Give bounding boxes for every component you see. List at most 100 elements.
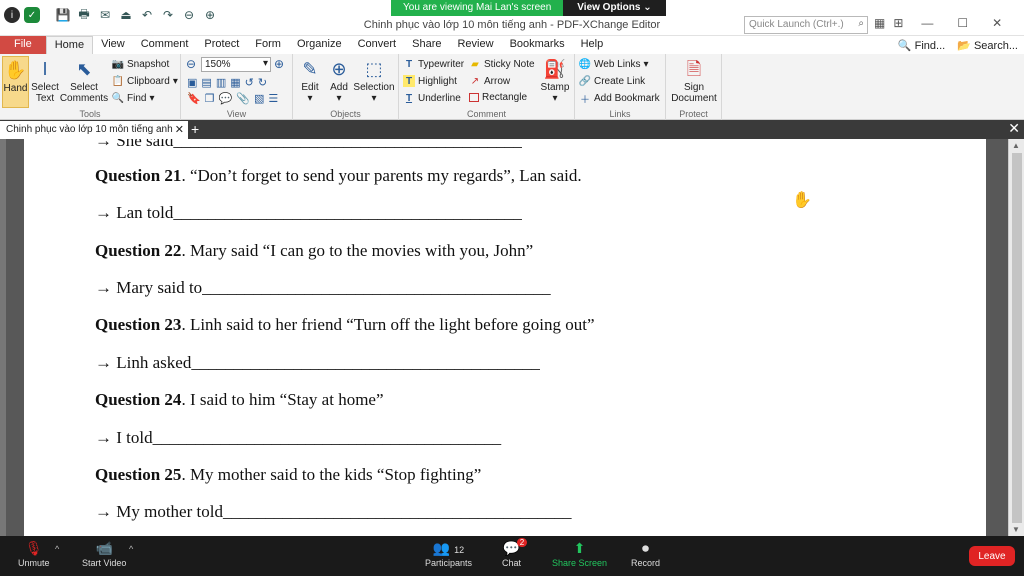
tab-review[interactable]: Review [449, 36, 501, 54]
share-screen-button[interactable]: ⬆ Share Screen [552, 540, 607, 568]
selection-icon: ⬚ [365, 58, 383, 79]
participants-button[interactable]: 👥 12 Participants [425, 540, 472, 568]
add-bookmark-button[interactable]: ＋ Add Bookmark [579, 92, 660, 106]
pages-icon[interactable]: ❐ [205, 92, 215, 105]
maximize-icon[interactable]: ☐ [957, 16, 968, 30]
view-options-button[interactable]: View Options ⌄ [563, 0, 666, 16]
tab-home[interactable]: Home [45, 36, 94, 54]
sticky-note-button[interactable]: ▰ Sticky Note [469, 58, 534, 70]
tab-form[interactable]: Form [247, 36, 289, 54]
undo-icon[interactable]: ↶ [138, 6, 156, 24]
typewriter-button[interactable]: T Typewriter [403, 58, 464, 70]
find-tool-button[interactable]: 🔍 Find ▾ [112, 92, 155, 104]
video-options-caret-icon[interactable]: ^ [129, 544, 133, 554]
links-group-label: Links [609, 109, 631, 119]
attachment-icon[interactable]: 📎 [236, 92, 250, 105]
scroll-up-icon[interactable]: ▲ [1012, 141, 1020, 150]
start-video-button[interactable]: 📹 Start Video [82, 540, 126, 568]
minimize-icon[interactable]: — [921, 16, 933, 30]
tab-bookmarks[interactable]: Bookmarks [502, 36, 573, 54]
edit-button[interactable]: ✎ Edit ▾ [297, 56, 323, 105]
title-bar: i ✓ 💾 🖶 ✉ ⏏ ↶ ↷ ⊖ ⊕ You are viewing Mai … [0, 0, 1024, 36]
zoom-in-icon[interactable]: ⊕ [274, 57, 284, 71]
close-document-icon[interactable]: ✕ [1008, 120, 1020, 137]
chat-icon: 💬 2 [503, 538, 528, 558]
tab-share[interactable]: Share [404, 36, 449, 54]
arrow-button[interactable]: ↗ Arrow [469, 75, 510, 87]
scroll-down-icon[interactable]: ▼ [1012, 525, 1020, 534]
layers-icon[interactable]: ▧ [254, 92, 264, 105]
bookmark-icon[interactable]: 🔖 [187, 92, 201, 105]
fit-width-icon[interactable]: ▥ [216, 76, 226, 89]
fit-page-icon[interactable]: ▤ [201, 76, 211, 89]
save-icon[interactable]: 💾 [54, 6, 72, 24]
chat-button[interactable]: 💬 2 Chat [502, 538, 528, 568]
quick-launch-input[interactable]: Quick Launch (Ctrl+.) ⌕ [744, 16, 868, 34]
scrollbar-thumb[interactable] [1012, 153, 1022, 523]
comments-icon[interactable]: 💬 [219, 92, 233, 105]
tab-convert[interactable]: Convert [350, 36, 405, 54]
rectangle-button[interactable]: Rectangle [469, 92, 527, 103]
web-links-button[interactable]: 🌐 Web Links ▾ [579, 58, 649, 70]
print-icon[interactable]: 🖶 [75, 6, 93, 24]
tab-organize[interactable]: Organize [289, 36, 350, 54]
close-tab-icon[interactable]: ✕ [175, 123, 184, 136]
scan-icon[interactable]: ⏏ [117, 6, 135, 24]
dropdown-icon: ▾ [149, 92, 155, 104]
tab-protect[interactable]: Protect [196, 36, 247, 54]
sign-document-icon: 🗎 [686, 58, 702, 79]
back-icon[interactable]: ⊖ [180, 6, 198, 24]
redo-icon[interactable]: ↷ [159, 6, 177, 24]
pdf-page: → She said______________________________… [24, 139, 986, 536]
zoom-select[interactable]: 150% ▾ [201, 57, 271, 72]
forward-icon[interactable]: ⊕ [201, 6, 219, 24]
unmute-button[interactable]: 🎙 Unmute [18, 540, 50, 568]
hand-button[interactable]: ✋ Hand [2, 56, 29, 108]
snapshot-button[interactable]: 📷 Snapshot [112, 58, 169, 70]
close-icon[interactable]: ✕ [992, 16, 1002, 30]
add-button[interactable]: ⊕ Add ▾ [326, 56, 352, 105]
zoom-out-icon[interactable]: ⊖ [186, 57, 196, 71]
search-folder-icon: 📂 [957, 39, 971, 52]
properties-icon[interactable]: ☰ [268, 92, 278, 105]
fit-visible-icon[interactable]: ▦ [230, 76, 240, 89]
tab-file[interactable]: File [0, 36, 46, 54]
share-banner: You are viewing Mai Lan's screen View Op… [391, 0, 666, 16]
links-group: 🌐 Web Links ▾ 🔗 Create Link ＋ Add Bookmark L… [575, 54, 666, 120]
selection-button[interactable]: ⬚ Selection ▾ [353, 56, 395, 105]
layout-icon[interactable]: ▦ [874, 16, 885, 30]
rotate-right-icon[interactable]: ↻ [258, 76, 267, 89]
actual-size-icon[interactable]: ▣ [187, 76, 197, 89]
highlight-button[interactable]: T Highlight [403, 75, 457, 87]
tab-comment[interactable]: Comment [133, 36, 197, 54]
select-text-button[interactable]: I Select Text [31, 56, 59, 105]
sign-document-button[interactable]: 🗎 Sign Document [670, 56, 718, 105]
dropdown-icon: ▾ [307, 93, 313, 104]
new-tab-icon[interactable]: + [191, 121, 199, 137]
shield-icon[interactable]: ✓ [24, 7, 40, 23]
tab-help[interactable]: Help [573, 36, 612, 54]
create-link-button[interactable]: 🔗 Create Link [579, 75, 645, 87]
search-button[interactable]: 📂 Search... [957, 39, 1018, 52]
leave-button[interactable]: Leave [969, 546, 1015, 566]
underline-button[interactable]: T Underline [403, 92, 461, 104]
email-icon[interactable]: ✉ [96, 6, 114, 24]
audio-options-caret-icon[interactable]: ^ [55, 544, 59, 554]
objects-group: ✎ Edit ▾ ⊕ Add ▾ ⬚ Selection ▾ Objects [293, 54, 399, 120]
record-icon: ⏺ [642, 540, 649, 556]
document-tab[interactable]: Chinh phục vào lớp 10 môn tiếng anh ✕ [0, 121, 188, 139]
info-icon[interactable]: i [4, 7, 20, 23]
clipboard-button[interactable]: 📋 Clipboard ▾ [112, 75, 178, 87]
vertical-scrollbar[interactable]: ▲ ▼ [1008, 139, 1024, 536]
camera-icon: 📷 [111, 58, 125, 70]
comment-group-label: Comment [466, 109, 506, 119]
document-viewport[interactable]: → She said______________________________… [0, 139, 1024, 536]
tab-view[interactable]: View [93, 36, 133, 54]
select-comments-button[interactable]: ⬉ Select Comments [60, 56, 108, 105]
find-button[interactable]: 🔍 Find... [898, 39, 945, 52]
rotate-left-icon[interactable]: ↺ [245, 76, 254, 89]
stamp-button[interactable]: ⛽ Stamp ▾ [539, 56, 571, 105]
grid-icon[interactable]: ⊞ [893, 16, 903, 30]
record-button[interactable]: ⏺ Record [631, 540, 660, 568]
add-bookmark-icon: ＋ [580, 94, 590, 106]
